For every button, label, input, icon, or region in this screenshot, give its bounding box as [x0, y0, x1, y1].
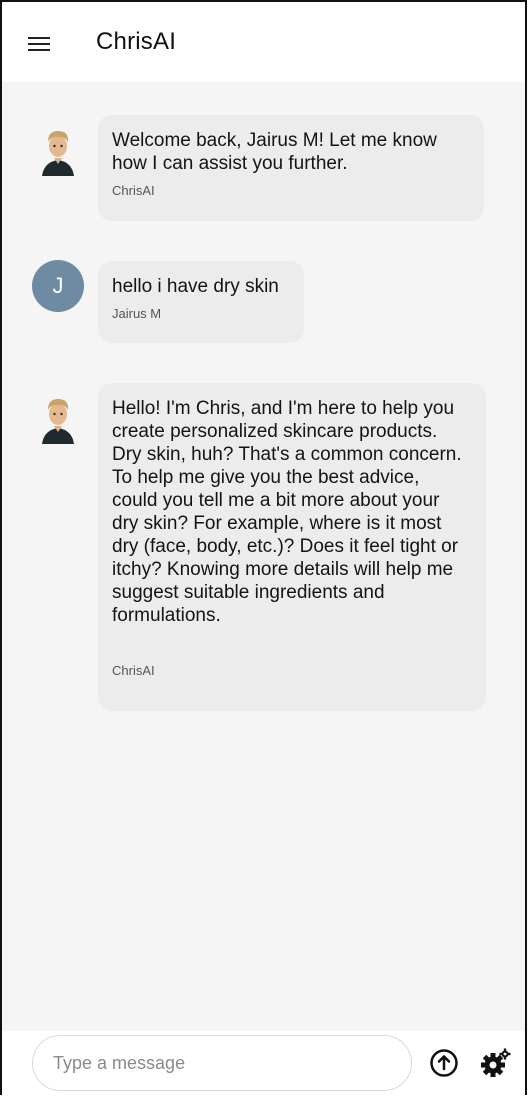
message-input-wrapper — [32, 1035, 412, 1091]
message-bubble: Hello! I'm Chris, and I'm here to help y… — [98, 383, 486, 711]
menu-icon[interactable] — [28, 31, 54, 53]
message-sender: Jairus M — [112, 306, 162, 321]
chat-thread: Welcome back, Jairus M! Let me know how … — [2, 82, 525, 1031]
message-text: hello i have dry skin — [112, 276, 279, 297]
app-title: ChrisAI — [96, 28, 177, 55]
message-sender: ChrisAI — [112, 183, 155, 198]
app-frame: ChrisAI Welcome back, Jairus M! Let me k… — [0, 0, 527, 1095]
message-bubble: Welcome back, Jairus M! Let me know how … — [98, 115, 484, 221]
message-composer — [2, 1031, 525, 1095]
user-avatar: J — [32, 260, 84, 312]
message-input[interactable] — [33, 1052, 411, 1074]
gears-icon[interactable] — [478, 1045, 514, 1081]
message-sender: ChrisAI — [112, 663, 155, 678]
message-text: Hello! I'm Chris, and I'm here to help y… — [112, 398, 462, 626]
upload-arrow-icon[interactable] — [426, 1045, 462, 1081]
app-bar: ChrisAI — [2, 2, 525, 82]
message-text: Welcome back, Jairus M! Let me know how … — [112, 130, 437, 174]
bot-avatar-icon — [32, 124, 84, 176]
message-bubble: hello i have dry skin Jairus M — [98, 261, 304, 343]
bot-avatar-icon — [32, 392, 84, 444]
